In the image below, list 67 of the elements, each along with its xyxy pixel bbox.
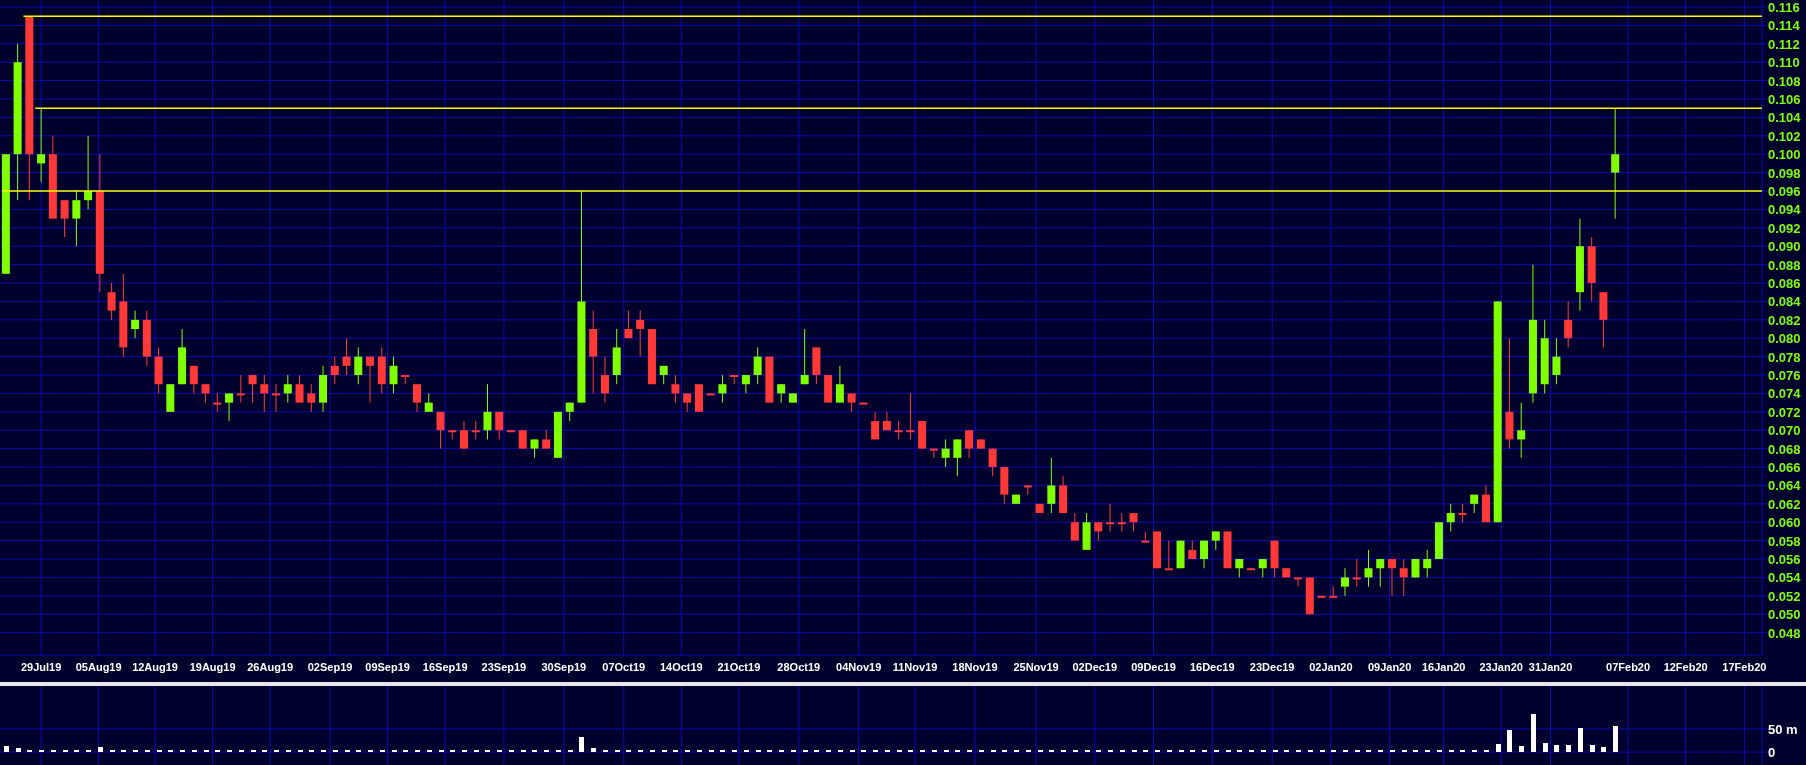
date-label: 26Aug19 — [247, 661, 294, 673]
date-label: 23Sep19 — [481, 661, 527, 673]
volume-label: 0 — [1768, 745, 1776, 761]
price-label: 0.108 — [1768, 73, 1801, 89]
price-label: 0.074 — [1768, 386, 1801, 402]
date-label: 02Jan20 — [1309, 661, 1353, 673]
price-label: 0.106 — [1768, 92, 1801, 107]
price-label: 0.114 — [1768, 18, 1800, 34]
price-label: 0.048 — [1768, 625, 1801, 641]
date-label: 31Jan20 — [1528, 661, 1573, 673]
date-label: 09Sep19 — [365, 661, 410, 673]
date-label: 11Nov19 — [892, 661, 938, 673]
price-label: 0.060 — [1768, 515, 1801, 531]
price-label: 0.076 — [1768, 368, 1801, 383]
price-label: 0.100 — [1768, 147, 1801, 163]
date-label: 25Nov19 — [1013, 661, 1059, 673]
price-label: 0.092 — [1768, 220, 1801, 236]
date-label: 19Aug19 — [189, 661, 236, 673]
price-label: 0.116 — [1768, 0, 1800, 15]
date-label: 23Dec19 — [1249, 661, 1295, 673]
price-label: 0.112 — [1768, 36, 1800, 52]
price-label: 0.102 — [1768, 128, 1801, 144]
price-label: 0.086 — [1768, 276, 1801, 291]
date-label: 29Jul19 — [20, 661, 62, 673]
price-label: 0.082 — [1768, 312, 1801, 328]
price-label: 0.064 — [1768, 478, 1801, 494]
price-label: 0.080 — [1768, 331, 1801, 347]
date-label: 16Jan20 — [1421, 661, 1466, 673]
date-label: 18Nov19 — [952, 661, 998, 673]
date-label: 30Sep19 — [541, 661, 587, 673]
date-label: 16Dec19 — [1189, 661, 1235, 673]
volume-label: 50 m — [1768, 721, 1798, 737]
price-label: 0.062 — [1768, 496, 1801, 512]
price-label: 0.104 — [1768, 110, 1801, 126]
price-label: 0.096 — [1768, 184, 1801, 199]
price-label: 0.066 — [1768, 460, 1801, 476]
price-label: 0.098 — [1768, 165, 1801, 181]
price-label: 0.094 — [1768, 202, 1801, 218]
date-label: 14Oct19 — [659, 661, 703, 673]
price-label: 0.072 — [1768, 404, 1801, 420]
price-label: 0.070 — [1768, 423, 1801, 439]
date-label: 09Dec19 — [1131, 661, 1176, 673]
price-label: 0.054 — [1768, 570, 1801, 586]
date-label: 16Sep19 — [422, 661, 468, 673]
date-label: 23Jan20 — [1479, 661, 1523, 673]
date-label: 02Dec19 — [1072, 661, 1118, 673]
price-label: 0.090 — [1768, 239, 1801, 255]
date-label: 02Sep19 — [307, 661, 353, 673]
price-label: 0.050 — [1768, 607, 1801, 623]
date-label: 17Feb20 — [1722, 661, 1767, 673]
price-label: 0.058 — [1768, 533, 1801, 549]
price-label: 0.052 — [1768, 588, 1801, 604]
price-label: 0.110 — [1768, 55, 1800, 71]
date-label: 07Oct19 — [602, 661, 646, 673]
date-label: 07Feb20 — [1606, 661, 1651, 673]
price-label: 0.056 — [1768, 552, 1801, 568]
date-label: 12Feb20 — [1663, 661, 1708, 673]
date-label: 12Aug19 — [132, 661, 178, 673]
date-label: 04Nov19 — [836, 661, 882, 673]
date-label: 05Aug19 — [75, 661, 122, 673]
price-label: 0.078 — [1768, 349, 1801, 365]
date-label: 21Oct19 — [717, 661, 761, 673]
price-label: 0.068 — [1768, 441, 1801, 457]
price-label: 0.088 — [1768, 257, 1801, 273]
date-label: 09Jan20 — [1367, 661, 1412, 673]
date-label: 28Oct19 — [777, 661, 821, 673]
price-label: 0.084 — [1768, 294, 1801, 310]
